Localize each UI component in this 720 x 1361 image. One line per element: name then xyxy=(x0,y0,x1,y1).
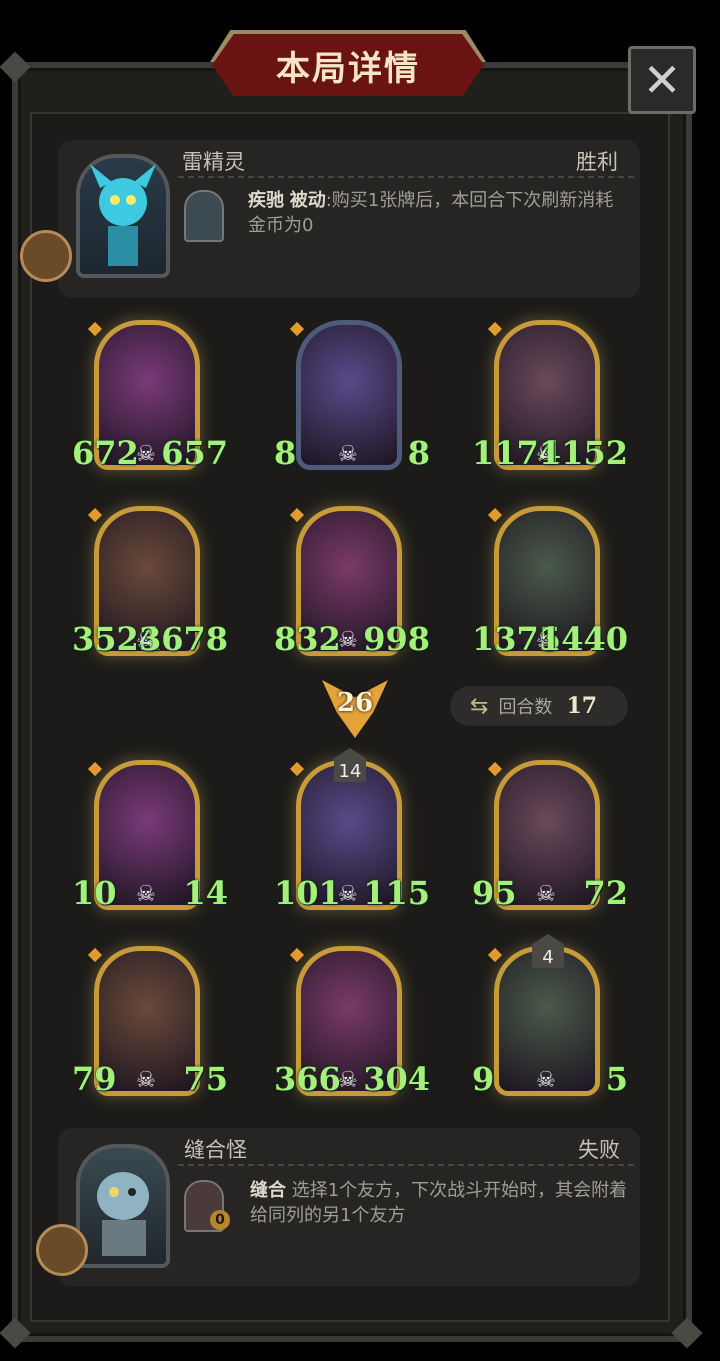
gem-icon xyxy=(487,507,503,523)
minion-attack: 9 xyxy=(472,1060,495,1098)
minion-card[interactable]: 672 ☠ 657 xyxy=(72,316,228,476)
match-result: 失败 xyxy=(578,1138,620,1162)
gem-icon xyxy=(289,321,305,337)
skull-icon: ☠ xyxy=(338,442,358,467)
minion-health: 14 xyxy=(183,874,228,912)
skull-icon: ☠ xyxy=(338,628,358,653)
opponent-panel: 雷精灵 胜利 疾驰 被动:购买1张牌后，本回合下次刷新消耗金币为0 xyxy=(20,140,640,298)
rounds-label: 回合数 xyxy=(498,697,553,718)
page-title: 本局详情 xyxy=(276,48,420,89)
minion-attack: 8 xyxy=(274,434,297,472)
minion-card[interactable]: 4 9 ☠ 5 xyxy=(472,934,628,1102)
gem-icon xyxy=(87,507,103,523)
minion-card[interactable]: 366 ☠ 304 xyxy=(274,942,430,1102)
minion-attack: 101 xyxy=(274,874,341,912)
minion-card[interactable]: 14 101 ☠ 115 xyxy=(274,748,430,916)
minion-card[interactable]: 10 ☠ 14 xyxy=(72,756,228,916)
minion-card[interactable]: 3524 ☠ 3678 xyxy=(72,502,228,662)
minion-health: 8 xyxy=(407,434,430,472)
minion-health: 304 xyxy=(363,1060,430,1098)
gem-icon xyxy=(289,507,305,523)
gem-icon xyxy=(289,947,305,963)
minion-attack: 832 xyxy=(274,620,341,658)
minion-card[interactable]: 1174 ☠ 1152 xyxy=(472,316,628,476)
minion-attack: 672 xyxy=(72,434,139,472)
skull-icon: ☠ xyxy=(536,882,556,907)
minion-health: 998 xyxy=(363,620,430,658)
gem-icon xyxy=(487,321,503,337)
player-panel: 缝合怪 失败 0 缝合 选择1个友方，下次战斗开始时，其会附着给同列的另1个友方 xyxy=(36,1128,640,1286)
gem-icon xyxy=(289,761,305,777)
skull-icon: ☠ xyxy=(338,882,358,907)
rounds-value: 17 xyxy=(566,693,598,719)
gem-icon xyxy=(87,761,103,777)
minion-card[interactable]: 79 ☠ 75 xyxy=(72,942,228,1102)
minion-health: 75 xyxy=(183,1060,228,1098)
minion-attack: 10 xyxy=(72,874,117,912)
skill-badge: 0 xyxy=(210,1210,230,1230)
minion-card[interactable]: 832 ☠ 998 xyxy=(274,502,430,662)
minion-health: 115 xyxy=(363,874,430,912)
minion-health: 657 xyxy=(161,434,228,472)
skill-name: 缝合 xyxy=(250,1180,286,1201)
skill-icon[interactable] xyxy=(184,190,224,242)
hero-portrait-thunder-sprite[interactable] xyxy=(76,154,170,278)
minion-card[interactable]: 1375 ☠ 1440 xyxy=(472,502,628,662)
minion-card[interactable]: 8 ☠ 8 xyxy=(274,316,430,476)
minion-attack: 79 xyxy=(72,1060,117,1098)
minion-card[interactable]: 95 ☠ 72 xyxy=(472,756,628,916)
skill-description: 疾驰 被动:购买1张牌后，本回合下次刷新消耗金币为0 xyxy=(248,188,628,238)
gem-icon xyxy=(87,321,103,337)
gem-icon xyxy=(487,947,503,963)
skill-name: 疾驰 xyxy=(248,190,284,211)
minion-attack: 366 xyxy=(274,1060,341,1098)
minion-health: 1152 xyxy=(538,434,628,472)
hero-portrait-stitched-monster[interactable] xyxy=(76,1144,170,1268)
skill-type: 被动 xyxy=(289,190,326,211)
skull-icon: ☠ xyxy=(136,882,156,907)
minion-health: 72 xyxy=(583,874,628,912)
gem-icon xyxy=(487,761,503,777)
skill-desc: 选择1个友方，下次战斗开始时，其会附着给同列的另1个友方 xyxy=(250,1180,628,1226)
player-name: 缝合怪 xyxy=(184,1138,247,1162)
pocket-watch-icon xyxy=(36,1224,88,1276)
gem-icon xyxy=(87,947,103,963)
skull-icon: ☠ xyxy=(136,1068,156,1093)
skull-icon: ☠ xyxy=(136,442,156,467)
close-button[interactable]: ✕ xyxy=(628,46,696,114)
close-icon: ✕ xyxy=(642,53,682,107)
minion-health: 3678 xyxy=(138,620,228,658)
title-banner: 本局详情 xyxy=(208,30,488,100)
minion-attack: 95 xyxy=(472,874,517,912)
player-name: 雷精灵 xyxy=(182,150,245,174)
skull-icon: ☠ xyxy=(338,1068,358,1093)
pocket-watch-icon xyxy=(20,230,72,282)
skill-description: 缝合 选择1个友方，下次战斗开始时，其会附着给同列的另1个友方 xyxy=(250,1178,630,1228)
minion-health: 1440 xyxy=(538,620,628,658)
match-result: 胜利 xyxy=(576,150,618,174)
rounds-counter: ⇆ 回合数 17 xyxy=(450,686,628,726)
refresh-icon: ⇆ xyxy=(470,693,489,719)
minion-health: 5 xyxy=(605,1060,628,1098)
tier-value: 26 xyxy=(336,688,374,718)
skull-icon: ☠ xyxy=(536,1068,556,1093)
